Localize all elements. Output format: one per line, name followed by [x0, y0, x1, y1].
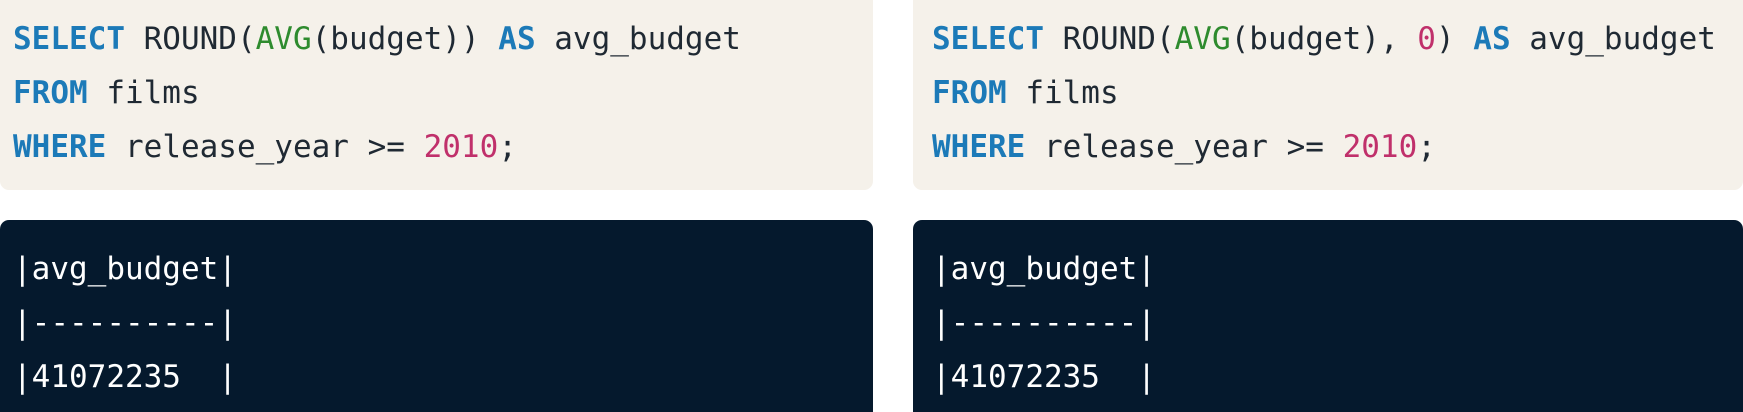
right-sql-line-2: FROM films	[932, 66, 1716, 120]
sql-token-kw: WHERE	[932, 129, 1026, 165]
right-result-header: |avg_budget|	[932, 251, 1156, 287]
left-sql-line-3: WHERE release_year >= 2010;	[13, 120, 741, 174]
sql-token-plain: avg_budget	[1510, 21, 1716, 57]
right-query-result: |avg_budget| |----------| |41072235 |	[932, 242, 1156, 404]
left-sql-line-2: FROM films	[13, 66, 741, 120]
sql-token-kw: SELECT	[932, 21, 1044, 57]
sql-token-plain: films	[1006, 75, 1119, 111]
sql-token-plain: films	[87, 75, 200, 111]
left-result-header: |avg_budget|	[13, 251, 237, 287]
sql-token-kw: WHERE	[13, 129, 107, 165]
sql-token-kw: AS	[498, 21, 536, 57]
sql-token-plain: avg_budget	[535, 21, 741, 57]
left-sql-code: SELECT ROUND(AVG(budget)) AS avg_budget F…	[13, 12, 741, 174]
sql-token-plain: ROUND(	[1043, 21, 1175, 57]
sql-token-num: 2010	[423, 129, 499, 165]
right-result-separator: |----------|	[932, 305, 1156, 341]
sql-token-num: 2010	[1342, 129, 1418, 165]
sql-token-fn: AVG	[1174, 21, 1231, 57]
left-result-separator: |----------|	[13, 305, 237, 341]
left-result-row: |41072235 |	[13, 359, 237, 395]
sql-token-kw: SELECT	[13, 21, 125, 57]
sql-token-plain: )	[1435, 21, 1474, 57]
right-result-row: |41072235 |	[932, 359, 1156, 395]
sql-token-plain: (budget),	[1230, 21, 1418, 57]
right-sql-line-1: SELECT ROUND(AVG(budget), 0) AS avg_budg…	[932, 12, 1716, 66]
sql-token-plain: release_year >=	[106, 129, 424, 165]
sql-token-plain: (budget))	[311, 21, 499, 57]
sql-token-plain: ROUND(	[124, 21, 256, 57]
right-sql-line-3: WHERE release_year >= 2010;	[932, 120, 1716, 174]
left-sql-line-1: SELECT ROUND(AVG(budget)) AS avg_budget	[13, 12, 741, 66]
sql-token-fn: AVG	[255, 21, 312, 57]
sql-token-plain: ;	[498, 129, 517, 165]
right-sql-code: SELECT ROUND(AVG(budget), 0) AS avg_budg…	[932, 12, 1716, 174]
sql-token-plain: release_year >=	[1025, 129, 1343, 165]
sql-token-plain: ;	[1417, 129, 1436, 165]
left-query-result: |avg_budget| |----------| |41072235 |	[13, 242, 237, 404]
sql-token-num: 0	[1417, 21, 1436, 57]
sql-token-kw: FROM	[932, 75, 1007, 111]
sql-token-kw: FROM	[13, 75, 88, 111]
sql-token-kw: AS	[1473, 21, 1511, 57]
